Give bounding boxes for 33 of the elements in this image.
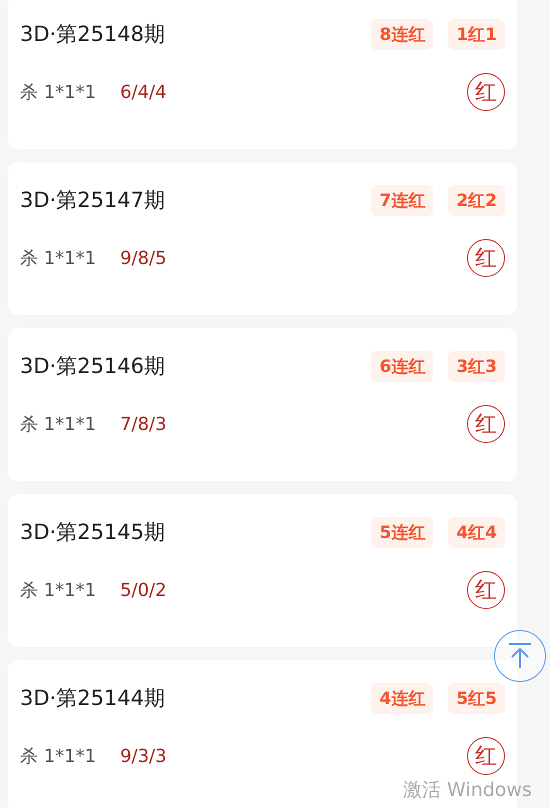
activation-notice: 激活 Windows bbox=[403, 778, 532, 803]
number-text: 7/8/3 bbox=[120, 414, 168, 434]
number-text: 5/0/2 bbox=[120, 580, 168, 600]
number-text: 9/8/5 bbox=[120, 248, 168, 268]
kill-label: 杀 1*1*1 bbox=[20, 579, 96, 602]
result-badge: 红 bbox=[467, 73, 505, 111]
back-to-top-button[interactable] bbox=[494, 630, 546, 682]
result-badge: 红 bbox=[467, 239, 505, 277]
streak-tag: 4红4 bbox=[448, 516, 505, 548]
kill-label: 杀 1*1*1 bbox=[20, 745, 96, 768]
number-text: 9/3/3 bbox=[120, 746, 168, 766]
streak-tag: 3红3 bbox=[448, 350, 505, 382]
streak-tag: 6连红 bbox=[371, 350, 434, 382]
issue-title: 3D·第25145期 bbox=[20, 519, 166, 546]
kill-label: 杀 1*1*1 bbox=[20, 247, 96, 270]
streak-tag: 8连红 bbox=[371, 18, 434, 50]
issue-title: 3D·第25146期 bbox=[20, 353, 166, 380]
streak-tag: 4连红 bbox=[371, 682, 434, 714]
issue-title: 3D·第25144期 bbox=[20, 685, 166, 712]
issue-title: 3D·第25147期 bbox=[20, 187, 166, 214]
streak-tag: 2红2 bbox=[448, 184, 505, 216]
streak-tag: 7连红 bbox=[371, 184, 434, 216]
issue-title: 3D·第25148期 bbox=[20, 21, 166, 48]
streak-tag: 5连红 bbox=[371, 516, 434, 548]
result-badge: 红 bbox=[467, 737, 505, 775]
kill-label: 杀 1*1*1 bbox=[20, 413, 96, 436]
streak-tag: 5红5 bbox=[448, 682, 505, 714]
arrow-up-icon bbox=[508, 643, 532, 669]
streak-tag: 1红1 bbox=[448, 18, 505, 50]
number-text: 6/4/4 bbox=[120, 82, 168, 102]
result-badge: 红 bbox=[467, 571, 505, 609]
result-badge: 红 bbox=[467, 405, 505, 443]
kill-label: 杀 1*1*1 bbox=[20, 81, 96, 104]
